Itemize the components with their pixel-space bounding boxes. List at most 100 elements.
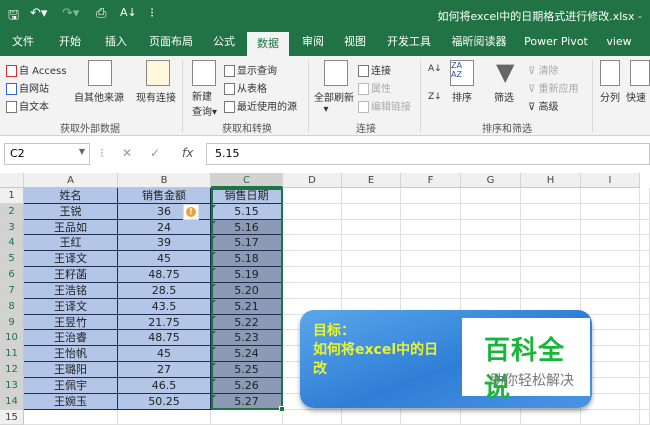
column-header-f[interactable]: F [401, 173, 461, 188]
cell[interactable] [283, 267, 342, 283]
cell[interactable] [461, 235, 521, 252]
insert-function-button[interactable]: fx [182, 146, 193, 160]
save-icon[interactable]: 🖫 [8, 6, 19, 28]
column-header-g[interactable]: G [461, 173, 521, 188]
row-header[interactable]: 2 [0, 203, 24, 220]
column-header-h[interactable]: H [521, 173, 581, 188]
cell[interactable] [521, 251, 581, 268]
row-header[interactable]: 12 [0, 362, 24, 378]
from-table-button[interactable]: 从表格 [224, 80, 267, 95]
cell[interactable] [640, 267, 650, 283]
table-cell[interactable]: 王婉玉 [24, 393, 118, 410]
table-cell[interactable]: 28.5 [118, 282, 211, 299]
cell[interactable] [283, 219, 342, 236]
cell[interactable] [401, 235, 461, 252]
tab-foxit[interactable]: 福昕阅读器 [448, 30, 510, 56]
existing-connections-button[interactable]: 现有连接 [136, 89, 176, 104]
recent-sources-button[interactable]: 最近使用的源 [224, 98, 297, 113]
row-header[interactable]: 8 [0, 298, 24, 315]
cell[interactable] [640, 330, 650, 347]
cell[interactable] [521, 235, 581, 252]
column-header-d[interactable]: D [283, 173, 342, 188]
cancel-button[interactable]: ✕ [122, 146, 132, 160]
row-header[interactable]: 3 [0, 219, 24, 236]
cell[interactable] [581, 188, 640, 204]
flash-fill-button[interactable]: 快速 [626, 89, 646, 104]
table-cell[interactable]: 王璐阳 [24, 362, 118, 378]
cell[interactable] [640, 362, 650, 378]
table-cell[interactable]: 王译文 [24, 298, 118, 315]
cell[interactable] [640, 251, 650, 268]
cell[interactable] [581, 251, 640, 268]
cell[interactable] [283, 235, 342, 252]
show-queries-button[interactable]: 显示查询 [224, 62, 277, 77]
row-header[interactable]: 6 [0, 267, 24, 283]
cell[interactable] [640, 298, 650, 315]
cell[interactable] [640, 219, 650, 236]
cell[interactable] [640, 393, 650, 410]
table-cell[interactable]: 45 [118, 346, 211, 363]
row-header[interactable]: 1 [0, 188, 24, 204]
row-header[interactable]: 5 [0, 251, 24, 268]
cell[interactable] [640, 235, 650, 252]
table-header-cell[interactable]: 销售金额 [118, 188, 211, 204]
cell[interactable] [401, 251, 461, 268]
redo-icon[interactable]: ↷▾ [62, 6, 79, 21]
cell[interactable] [461, 219, 521, 236]
from-access-button[interactable]: 自 Access [6, 62, 66, 77]
cell[interactable] [461, 188, 521, 204]
table-cell[interactable]: 21.75 [118, 314, 211, 331]
cell[interactable] [461, 267, 521, 283]
cell[interactable] [283, 188, 342, 204]
cell[interactable] [342, 409, 401, 425]
edit-links-button[interactable]: 编辑链接 [358, 98, 411, 113]
cell[interactable] [211, 409, 283, 425]
connections-button[interactable]: 连接 [358, 62, 391, 77]
table-cell[interactable]: 王昱竹 [24, 314, 118, 331]
table-cell[interactable]: 45 [118, 251, 211, 268]
table-cell[interactable]: 48.75 [118, 267, 211, 283]
cell[interactable] [342, 251, 401, 268]
cell[interactable] [640, 282, 650, 299]
cell[interactable] [283, 282, 342, 299]
from-web-button[interactable]: 自网站 [6, 80, 49, 95]
cell[interactable] [24, 409, 118, 425]
tab-page-layout[interactable]: 页面布局 [146, 30, 196, 56]
tab-view[interactable]: 视图 [340, 30, 370, 56]
row-header[interactable]: 4 [0, 235, 24, 252]
row-header[interactable]: 13 [0, 377, 24, 394]
cell[interactable] [461, 203, 521, 220]
cell[interactable] [401, 203, 461, 220]
tab-insert[interactable]: 插入 [98, 30, 134, 56]
row-header[interactable]: 11 [0, 346, 24, 363]
advanced-filter-button[interactable]: ⊽ 高级 [528, 98, 559, 113]
cell[interactable] [581, 235, 640, 252]
column-header-c[interactable]: C [211, 173, 283, 188]
cell[interactable] [401, 282, 461, 299]
table-cell[interactable]: 王译文 [24, 251, 118, 268]
cell[interactable] [401, 219, 461, 236]
table-cell[interactable]: 48.75 [118, 330, 211, 347]
table-cell[interactable]: 王浩铭 [24, 282, 118, 299]
cell[interactable] [640, 314, 650, 331]
other-sources-button[interactable]: 自其他来源 [74, 89, 124, 104]
cell[interactable] [342, 203, 401, 220]
tab-formulas[interactable]: 公式 [206, 30, 242, 56]
cell[interactable] [581, 409, 640, 425]
table-cell[interactable]: 王怡帆 [24, 346, 118, 363]
row-header[interactable]: 10 [0, 330, 24, 347]
text-to-columns-button[interactable]: 分列 [600, 89, 620, 104]
cell[interactable] [401, 267, 461, 283]
cell[interactable] [342, 235, 401, 252]
cell[interactable] [521, 267, 581, 283]
table-cell[interactable]: 24 [118, 219, 211, 236]
cell[interactable] [640, 203, 650, 220]
cell[interactable] [461, 409, 521, 425]
fill-handle[interactable] [279, 406, 285, 412]
tab-view-en[interactable]: view [602, 30, 636, 56]
cell[interactable] [640, 188, 650, 204]
cell[interactable] [342, 219, 401, 236]
cell[interactable] [521, 219, 581, 236]
cell[interactable] [521, 188, 581, 204]
enter-button[interactable]: ✓ [150, 146, 160, 160]
